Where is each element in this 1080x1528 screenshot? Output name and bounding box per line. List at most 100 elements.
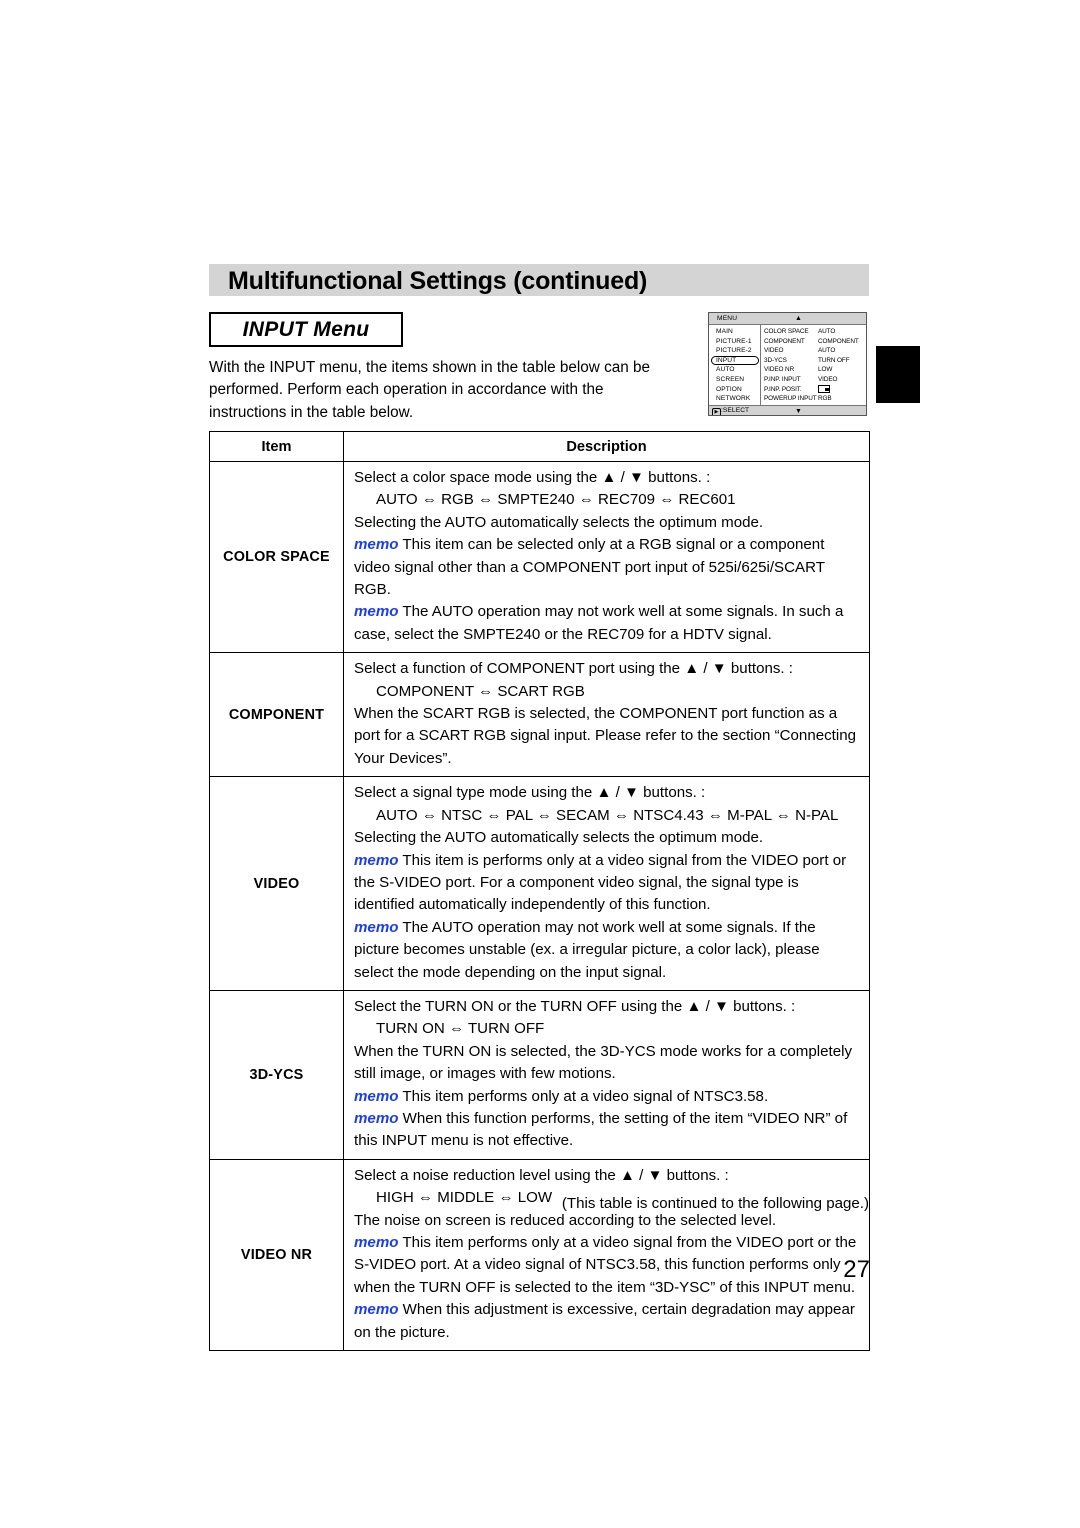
memo-line: memo The AUTO operation may not work wel…	[354, 601, 861, 646]
line-text: Selecting the AUTO automatically selects…	[354, 829, 764, 847]
osd-category-label: SCREEN	[716, 375, 745, 383]
line-text: Selecting the AUTO automatically selects…	[354, 513, 764, 531]
line-text: This item is performs only at a video si…	[354, 851, 847, 914]
line-text: Select a signal type mode using the ▲ / …	[354, 784, 706, 802]
line-text: Select a color space mode using the ▲ / …	[354, 469, 711, 486]
osd-title-bar: MENU ▲	[709, 313, 866, 325]
line-text: When the SCART RGB is selected, the COMP…	[354, 705, 856, 767]
osd-setting-key: 3D-YCS	[764, 356, 787, 364]
line-text: The AUTO operation may not work well at …	[354, 603, 844, 643]
setting-item-name: COMPONENT	[209, 652, 344, 778]
section-title-box: INPUT Menu	[209, 312, 403, 347]
select-arrow-icon: ▶	[712, 408, 721, 415]
osd-setting-key: VIDEO	[764, 347, 784, 355]
osd-setting-key: COMPONENT	[764, 337, 805, 345]
osd-category-picture-1[interactable]: PICTURE-1	[709, 337, 760, 347]
osd-category-main[interactable]: MAIN	[709, 327, 760, 337]
osd-setting-row[interactable]: COLOR SPACE AUTO	[761, 327, 866, 337]
scroll-down-icon: ▼	[795, 407, 802, 415]
osd-category-label: INPUT	[716, 356, 737, 364]
setting-item-name: VIDEO NR	[209, 1158, 344, 1352]
osd-settings-list: COLOR SPACE AUTO COMPONENT COMPONENT VIDEO AU…	[761, 325, 866, 405]
description-line: Select a color space mode using the ▲ / …	[354, 467, 861, 489]
osd-menu-illustration: MENU ▲ MAIN PICTURE-1 PICTURE-2 INPUT AUTO SC…	[708, 312, 867, 416]
description-line: Select a function of COMPONENT port usin…	[354, 658, 861, 680]
osd-setting-value: AUTO	[818, 347, 836, 355]
osd-category-label: PICTURE-1	[716, 337, 752, 345]
description-line: Select the TURN ON or the TURN OFF using…	[354, 996, 861, 1018]
osd-setting-value: TURN OFF	[818, 356, 850, 364]
osd-setting-key: COLOR SPACE	[764, 328, 809, 335]
description-line: Select a signal type mode using the ▲ / …	[354, 782, 861, 804]
table-header-row: Item Description	[209, 431, 870, 462]
line-text: When the TURN ON is selected, the 3D-YCS…	[354, 1042, 852, 1083]
memo-tag: memo	[354, 1109, 399, 1127]
memo-tag: memo	[354, 536, 399, 554]
osd-category-list: MAIN PICTURE-1 PICTURE-2 INPUT AUTO SCREEN OPT…	[709, 325, 761, 405]
osd-category-auto[interactable]: AUTO	[709, 365, 760, 375]
osd-setting-row[interactable]: 3D-YCS TURN OFF	[761, 356, 866, 366]
description-line: Selecting the AUTO automatically selects…	[354, 827, 861, 849]
osd-setting-key: POWERUP INPUT	[764, 395, 817, 403]
table-row: VIDEO Select a signal type mode using the…	[209, 776, 870, 991]
memo-tag: memo	[354, 603, 399, 621]
line-text: The AUTO operation may not work well at …	[354, 918, 820, 981]
table-row: 3D-YCS Select the TURN ON or the TURN OFF…	[209, 989, 870, 1160]
osd-category-picture-2[interactable]: PICTURE-2	[709, 346, 760, 356]
memo-tag: memo	[354, 1234, 399, 1251]
memo-tag: memo	[354, 918, 399, 936]
osd-category-input[interactable]: INPUT	[709, 356, 760, 366]
page-number: 27	[843, 1256, 870, 1283]
page-header-bar: Multifunctional Settings (continued)	[209, 264, 869, 296]
line-text: When this adjustment is excessive, certa…	[354, 1301, 855, 1341]
setting-item-name: VIDEO	[209, 776, 344, 991]
description-line: AUTO ⇔ NTSC ⇔ PAL ⇔ SECAM ⇔ NTSC4.43 ⇔ M…	[354, 805, 861, 827]
osd-status-bar: ▶:SELECT ▼	[709, 405, 866, 415]
osd-body: MAIN PICTURE-1 PICTURE-2 INPUT AUTO SCREEN OPT…	[709, 325, 866, 405]
table-continued-note: (This table is continued to the followin…	[561, 1195, 869, 1212]
osd-setting-row[interactable]: P.INP. INPUT VIDEO	[761, 375, 866, 385]
memo-line: memo When this function performs, the se…	[354, 1108, 861, 1153]
line-text: Select a function of COMPONENT port usin…	[354, 660, 794, 678]
osd-setting-row[interactable]: VIDEO NR LOW	[761, 365, 866, 375]
description-line: AUTO ⇔ RGB ⇔ SMPTE240 ⇔ REC709 ⇔ REC601	[354, 489, 861, 511]
osd-menu-label: MENU	[717, 314, 738, 322]
setting-description: Select a function of COMPONENT port usin…	[343, 652, 870, 778]
memo-line: memo This item performs only at a video …	[354, 1086, 861, 1108]
osd-select-label: :SELECT	[721, 407, 750, 414]
setting-item-name: 3D-YCS	[209, 989, 344, 1160]
memo-tag: memo	[354, 851, 399, 869]
line-text: This item can be selected only at a RGB …	[354, 536, 825, 599]
osd-setting-key: P.INP. INPUT	[764, 375, 801, 383]
line-text: AUTO ⇔ RGB ⇔ SMPTE240 ⇔ REC709 ⇔ REC601	[376, 491, 736, 509]
osd-setting-value: VIDEO	[818, 375, 838, 383]
osd-setting-row[interactable]: COMPONENT COMPONENT	[761, 337, 866, 347]
description-line: COMPONENT ⇔ SCART RGB	[354, 681, 861, 703]
scroll-up-icon: ▲	[795, 315, 802, 322]
osd-category-label: PICTURE-2	[716, 347, 752, 355]
page-edge-tab	[876, 346, 920, 403]
line-text: Select a noise reduction level using the…	[354, 1166, 729, 1184]
osd-setting-row[interactable]: VIDEO AUTO	[761, 346, 866, 356]
osd-setting-row[interactable]: P.INP. POSIT.	[761, 384, 866, 395]
osd-category-label: OPTION	[716, 385, 742, 393]
setting-item-name: COLOR SPACE	[209, 460, 344, 654]
column-header-item: Item	[209, 431, 344, 462]
line-text: When this function performs, the setting…	[354, 1109, 848, 1150]
setting-description: Select a noise reduction level using the…	[343, 1158, 870, 1352]
osd-category-network[interactable]: NETWORK	[709, 394, 760, 404]
osd-category-screen[interactable]: SCREEN	[709, 375, 760, 385]
description-line: When the TURN ON is selected, the 3D-YCS…	[354, 1041, 861, 1086]
osd-setting-row[interactable]: POWERUP INPUT RGB	[761, 394, 866, 404]
osd-category-option[interactable]: OPTION	[709, 385, 760, 395]
line-text: AUTO ⇔ NTSC ⇔ PAL ⇔ SECAM ⇔ NTSC4.43 ⇔ M…	[376, 806, 839, 824]
page-title: Multifunctional Settings (continued)	[228, 267, 648, 295]
section-title: INPUT Menu	[242, 318, 370, 341]
osd-setting-value: COMPONENT	[818, 337, 859, 345]
osd-setting-value: LOW	[818, 366, 833, 374]
osd-setting-key: VIDEO NR	[764, 366, 795, 374]
memo-tag: memo	[354, 1087, 399, 1105]
osd-setting-value: RGB	[818, 395, 832, 403]
osd-category-label: MAIN	[716, 328, 733, 335]
osd-category-label: NETWORK	[716, 395, 751, 403]
